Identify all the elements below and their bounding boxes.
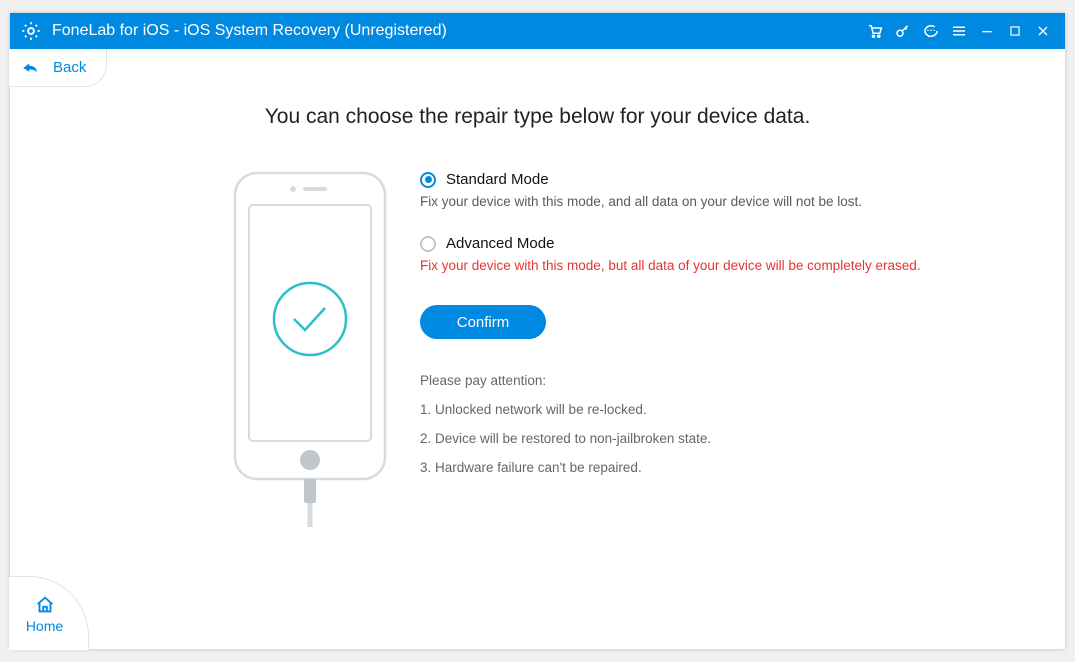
menu-icon[interactable] [945, 13, 973, 49]
radio-unselected-icon [420, 236, 436, 252]
content-area: You can choose the repair type below for… [10, 89, 1065, 649]
options-panel: Standard Mode Fix your device with this … [420, 171, 980, 531]
back-button[interactable]: Back [9, 49, 107, 87]
radio-advanced-mode[interactable]: Advanced Mode [420, 235, 980, 252]
cart-icon[interactable] [861, 13, 889, 49]
minimize-button[interactable] [973, 13, 1001, 49]
window-title: FoneLab for iOS - iOS System Recovery (U… [52, 22, 447, 40]
close-button[interactable] [1029, 13, 1057, 49]
notice-heading: Please pay attention: [420, 373, 980, 388]
home-label: Home [26, 618, 63, 634]
page-headline: You can choose the repair type below for… [10, 105, 1065, 129]
app-gear-icon [20, 20, 42, 42]
standard-mode-label: Standard Mode [446, 171, 549, 188]
back-arrow-icon [21, 61, 39, 75]
phone-illustration [210, 171, 410, 531]
subbar: Back [10, 49, 1065, 89]
home-icon [34, 594, 56, 616]
notice-line-1: 1. Unlocked network will be re-locked. [420, 402, 980, 417]
confirm-button[interactable]: Confirm [420, 305, 546, 339]
advanced-mode-desc: Fix your device with this mode, but all … [420, 258, 980, 273]
notice-line-3: 3. Hardware failure can't be repaired. [420, 460, 980, 475]
standard-mode-desc: Fix your device with this mode, and all … [420, 194, 980, 209]
key-icon[interactable] [889, 13, 917, 49]
advanced-mode-label: Advanced Mode [446, 235, 554, 252]
app-window: FoneLab for iOS - iOS System Recovery (U… [10, 13, 1065, 649]
radio-selected-icon [420, 172, 436, 188]
maximize-button[interactable] [1001, 13, 1029, 49]
radio-standard-mode[interactable]: Standard Mode [420, 171, 980, 188]
home-button[interactable]: Home [9, 576, 89, 650]
back-label: Back [53, 59, 86, 76]
confirm-label: Confirm [457, 314, 510, 331]
feedback-icon[interactable] [917, 13, 945, 49]
notice-line-2: 2. Device will be restored to non-jailbr… [420, 431, 980, 446]
titlebar: FoneLab for iOS - iOS System Recovery (U… [10, 13, 1065, 49]
